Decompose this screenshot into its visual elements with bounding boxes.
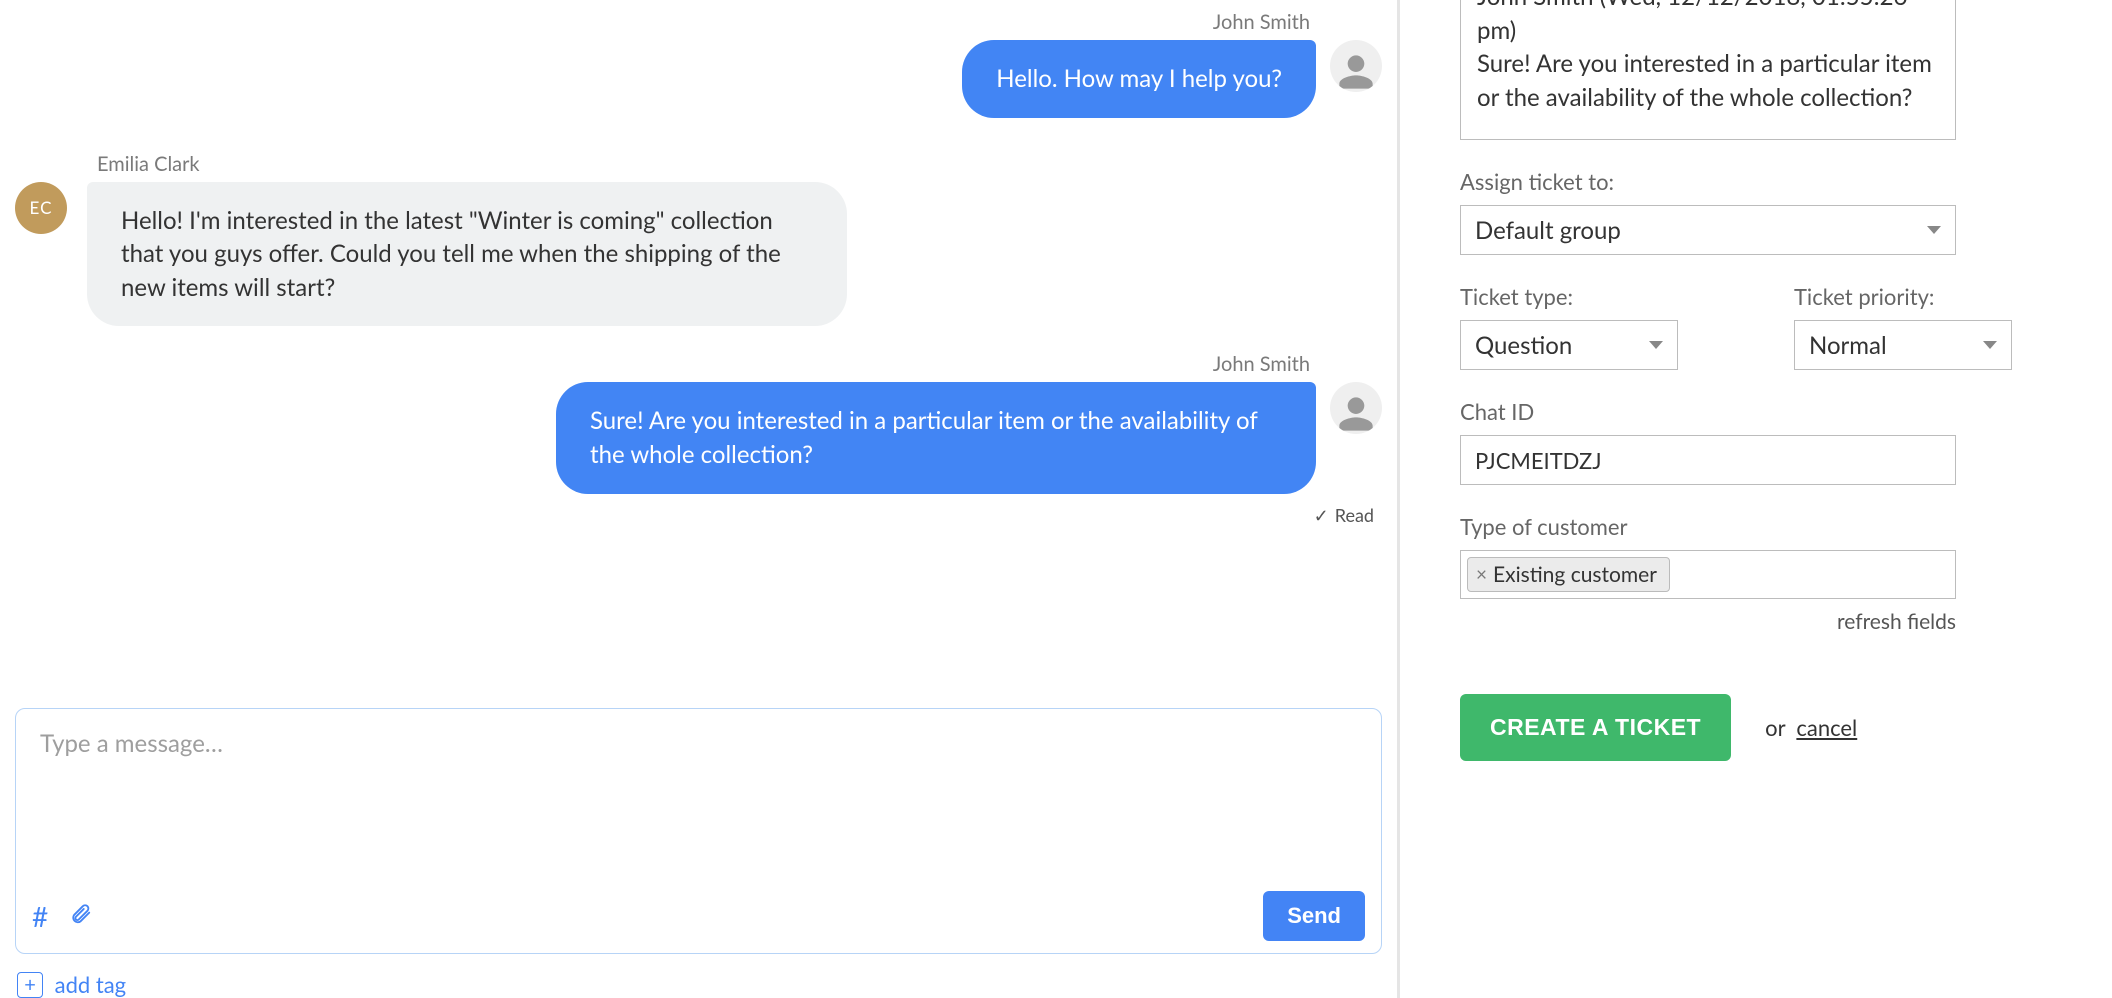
ticket-priority-field: Ticket priority: Normal xyxy=(1794,283,2072,370)
ticket-type-select[interactable]: Question xyxy=(1460,320,1678,370)
add-tag-row: + add tag xyxy=(15,954,1382,998)
read-label: Read xyxy=(1335,504,1374,526)
refresh-fields-link[interactable]: refresh fields xyxy=(1460,609,1956,634)
transcript-box[interactable]: John Smith (Wed, 12/12/2018, 01:55:26 pm… xyxy=(1460,0,1956,140)
customer-type-chip: × Existing customer xyxy=(1467,557,1670,592)
ticket-priority-value: Normal xyxy=(1809,331,1887,360)
chat-id-label: Chat ID xyxy=(1460,398,2072,425)
message-block: John Smith Sure! Are you interested in a… xyxy=(15,352,1382,526)
avatar-agent xyxy=(1330,40,1382,92)
assign-field: Assign ticket to: Default group xyxy=(1460,168,2072,255)
customer-type-field: Type of customer × Existing customer ref… xyxy=(1460,513,2072,634)
chevron-down-icon xyxy=(1927,226,1941,234)
message-sender: Emilia Clark xyxy=(97,152,1382,176)
hash-icon[interactable]: # xyxy=(32,899,48,933)
ticket-priority-select[interactable]: Normal xyxy=(1794,320,2012,370)
person-icon xyxy=(1336,394,1376,434)
add-tag-link[interactable]: add tag xyxy=(55,971,126,998)
check-icon: ✓ xyxy=(1314,504,1329,526)
composer-toolbar: # Send xyxy=(16,881,1381,953)
cancel-link[interactable]: cancel xyxy=(1796,714,1857,741)
ticket-priority-label: Ticket priority: xyxy=(1794,283,2072,310)
transcript-header: John Smith (Wed, 12/12/2018, 01:55:26 pm… xyxy=(1477,0,1939,47)
customer-type-input[interactable]: × Existing customer xyxy=(1460,550,1956,599)
avatar-agent xyxy=(1330,382,1382,434)
avatar-initials: EC xyxy=(15,182,67,234)
chevron-down-icon xyxy=(1983,341,1997,349)
chip-label: Existing customer xyxy=(1493,562,1657,587)
ticket-pane: John Smith (Wed, 12/12/2018, 01:55:26 pm… xyxy=(1400,0,2112,998)
chat-pane: John Smith Hello. How may I help you? Em… xyxy=(0,0,1400,998)
message-bubble: Sure! Are you interested in a particular… xyxy=(556,382,1316,493)
message-row: Sure! Are you interested in a particular… xyxy=(15,382,1382,493)
chat-id-field: Chat ID xyxy=(1460,398,2072,485)
assign-value: Default group xyxy=(1475,216,1621,245)
ticket-actions: CREATE A TICKET or cancel xyxy=(1460,694,2072,761)
message-bubble: Hello. How may I help you? xyxy=(962,40,1316,118)
create-ticket-button[interactable]: CREATE A TICKET xyxy=(1460,694,1731,761)
message-bubble: Hello! I'm interested in the latest "Win… xyxy=(87,182,847,327)
message-list: John Smith Hello. How may I help you? Em… xyxy=(15,10,1382,702)
chip-remove-icon[interactable]: × xyxy=(1476,563,1487,586)
read-status: ✓ Read xyxy=(15,504,1374,527)
cancel-row: or cancel xyxy=(1765,714,1857,741)
message-input[interactable] xyxy=(16,709,1381,881)
send-button[interactable]: Send xyxy=(1263,891,1365,941)
assign-select[interactable]: Default group xyxy=(1460,205,1956,255)
message-sender: John Smith xyxy=(15,352,1310,376)
customer-type-label: Type of customer xyxy=(1460,513,2072,540)
ticket-type-value: Question xyxy=(1475,331,1572,360)
message-row: Hello. How may I help you? xyxy=(15,40,1382,118)
add-tag-button[interactable]: + xyxy=(17,972,43,998)
message-sender: John Smith xyxy=(15,10,1310,34)
ticket-type-label: Ticket type: xyxy=(1460,283,1738,310)
or-label: or xyxy=(1765,714,1785,741)
chevron-down-icon xyxy=(1649,341,1663,349)
person-icon xyxy=(1336,52,1376,92)
message-block: John Smith Hello. How may I help you? xyxy=(15,10,1382,118)
ticket-type-field: Ticket type: Question xyxy=(1460,283,1738,370)
type-priority-row: Ticket type: Question Ticket priority: N… xyxy=(1460,283,2072,370)
assign-label: Assign ticket to: xyxy=(1460,168,2072,195)
chat-id-input[interactable] xyxy=(1460,435,1956,485)
message-block: Emilia Clark EC Hello! I'm interested in… xyxy=(15,152,1382,327)
message-composer: # Send xyxy=(15,708,1382,954)
transcript-body: Sure! Are you interested in a particular… xyxy=(1477,47,1939,114)
attachment-icon[interactable] xyxy=(70,899,92,933)
message-row: EC Hello! I'm interested in the latest "… xyxy=(15,182,1382,327)
